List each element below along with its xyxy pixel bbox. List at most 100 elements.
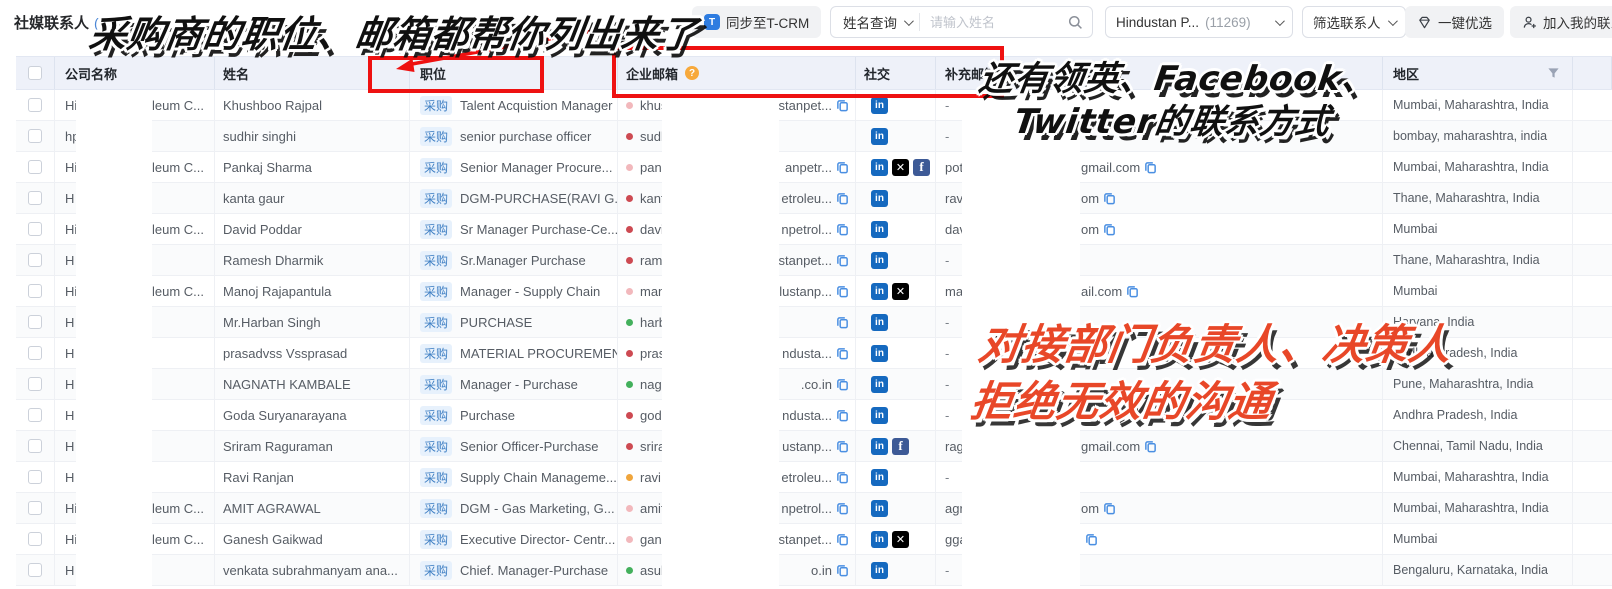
actions-cell (1573, 555, 1612, 585)
row-checkbox[interactable] (28, 501, 42, 515)
row-checkbox[interactable] (28, 408, 42, 422)
procurement-tag: 采购 (420, 96, 452, 115)
linkedin-icon[interactable]: in (871, 97, 888, 114)
facebook-icon[interactable]: f (892, 438, 909, 455)
extra-email-prefix: rag (945, 439, 964, 454)
copy-icon[interactable] (1085, 533, 1098, 546)
row-checkbox[interactable] (28, 346, 42, 360)
one-click-optimize-button[interactable]: 一键优选 (1405, 6, 1504, 38)
search-input[interactable] (920, 15, 1068, 30)
row-checkbox[interactable] (28, 160, 42, 174)
row-checkbox[interactable] (28, 377, 42, 391)
row-checkbox[interactable] (28, 129, 42, 143)
row-checkbox[interactable] (28, 315, 42, 329)
row-checkbox[interactable] (28, 532, 42, 546)
company-name-suffix: leum C... (152, 98, 204, 113)
linkedin-icon[interactable]: in (871, 252, 888, 269)
x-icon[interactable]: ✕ (892, 159, 909, 176)
copy-icon[interactable] (836, 254, 849, 267)
company-name-prefix: Hi (55, 501, 77, 516)
email-status-dot (626, 164, 633, 171)
email-status-dot (626, 257, 633, 264)
linkedin-icon[interactable]: in (871, 128, 888, 145)
filter-contacts-dropdown[interactable]: 筛选联系人 (1302, 6, 1406, 38)
extra-email-dash: - (936, 253, 949, 268)
copy-icon[interactable] (1103, 502, 1116, 515)
job-title: DGM - Gas Marketing, G... (460, 501, 615, 516)
company-name-suffix: leum C... (152, 222, 204, 237)
page-title-text: 社媒联系人 (14, 15, 89, 32)
linkedin-icon[interactable]: in (871, 531, 888, 548)
procurement-tag: 采购 (420, 406, 452, 425)
linkedin-icon[interactable]: in (871, 562, 888, 579)
search-type-dropdown[interactable]: 姓名查询 (831, 13, 920, 31)
email-status-dot (626, 567, 633, 574)
extra-email-group (1081, 524, 1098, 554)
job-title: Purchase (460, 408, 515, 423)
region: Thane, Maharashtra, India (1393, 191, 1540, 205)
select-all-checkbox[interactable] (28, 66, 42, 80)
copy-icon[interactable] (836, 161, 849, 174)
copy-icon[interactable] (836, 502, 849, 515)
copy-icon[interactable] (836, 223, 849, 236)
copy-icon[interactable] (1144, 440, 1157, 453)
linkedin-icon[interactable]: in (871, 221, 888, 238)
row-checkbox[interactable] (28, 563, 42, 577)
extra-email-group: om (1081, 183, 1116, 213)
row-checkbox[interactable] (28, 470, 42, 484)
linkedin-icon[interactable]: in (871, 190, 888, 207)
copy-icon[interactable] (1126, 285, 1139, 298)
copy-icon[interactable] (836, 316, 849, 329)
copy-icon[interactable] (1103, 223, 1116, 236)
copy-icon[interactable] (836, 533, 849, 546)
linkedin-icon[interactable]: in (871, 438, 888, 455)
linkedin-icon[interactable]: in (871, 283, 888, 300)
linkedin-icon[interactable]: in (871, 407, 888, 424)
row-checkbox[interactable] (28, 284, 42, 298)
copy-icon[interactable] (836, 564, 849, 577)
facebook-icon[interactable]: f (913, 159, 930, 176)
filter-contacts-label: 筛选联系人 (1313, 12, 1381, 32)
add-to-my-contacts-label: 加入我的联系人 (1543, 12, 1612, 32)
region: Mumbai (1393, 222, 1437, 236)
copy-icon[interactable] (836, 192, 849, 205)
copy-icon[interactable] (1144, 161, 1157, 174)
region: Mumbai, Maharashtra, India (1393, 470, 1549, 484)
x-icon[interactable]: ✕ (892, 531, 909, 548)
copy-icon[interactable] (836, 378, 849, 391)
row-checkbox[interactable] (28, 222, 42, 236)
row-checkbox[interactable] (28, 439, 42, 453)
copy-icon[interactable] (836, 471, 849, 484)
company-name-prefix: H (55, 346, 74, 361)
copy-icon[interactable] (836, 285, 849, 298)
linkedin-icon[interactable]: in (871, 469, 888, 486)
linkedin-icon[interactable]: in (871, 314, 888, 331)
email-suffix: anpetr... (785, 160, 832, 175)
linkedin-icon[interactable]: in (871, 159, 888, 176)
sync-tcrm-button[interactable]: T 同步至T-CRM (692, 6, 821, 38)
extra-email-suffix: om (1081, 191, 1099, 206)
extra-email-prefix: pot (945, 160, 963, 175)
copy-icon[interactable] (836, 440, 849, 453)
x-icon[interactable]: ✕ (892, 283, 909, 300)
row-checkbox[interactable] (28, 253, 42, 267)
email-status-dot (626, 350, 633, 357)
contact-name: Goda Suryanarayana (223, 408, 347, 423)
procurement-tag: 采购 (420, 437, 452, 456)
filter-funnel-icon[interactable] (1547, 67, 1560, 80)
copy-icon[interactable] (836, 347, 849, 360)
copy-icon[interactable] (1103, 192, 1116, 205)
copy-icon[interactable] (836, 99, 849, 112)
region: Chennai, Tamil Nadu, India (1393, 439, 1543, 453)
row-checkbox[interactable] (28, 191, 42, 205)
email-status-dot (626, 319, 633, 326)
linkedin-icon[interactable]: in (871, 500, 888, 517)
linkedin-icon[interactable]: in (871, 345, 888, 362)
row-checkbox[interactable] (28, 98, 42, 112)
add-to-my-contacts-button[interactable]: 加入我的联系人 (1510, 6, 1612, 38)
linkedin-icon[interactable]: in (871, 376, 888, 393)
copy-icon[interactable] (836, 409, 849, 422)
company-filter-dropdown[interactable]: Hindustan P...(11269) (1105, 6, 1293, 38)
search-icon[interactable] (1068, 15, 1083, 30)
chevron-down-icon (1387, 16, 1397, 26)
